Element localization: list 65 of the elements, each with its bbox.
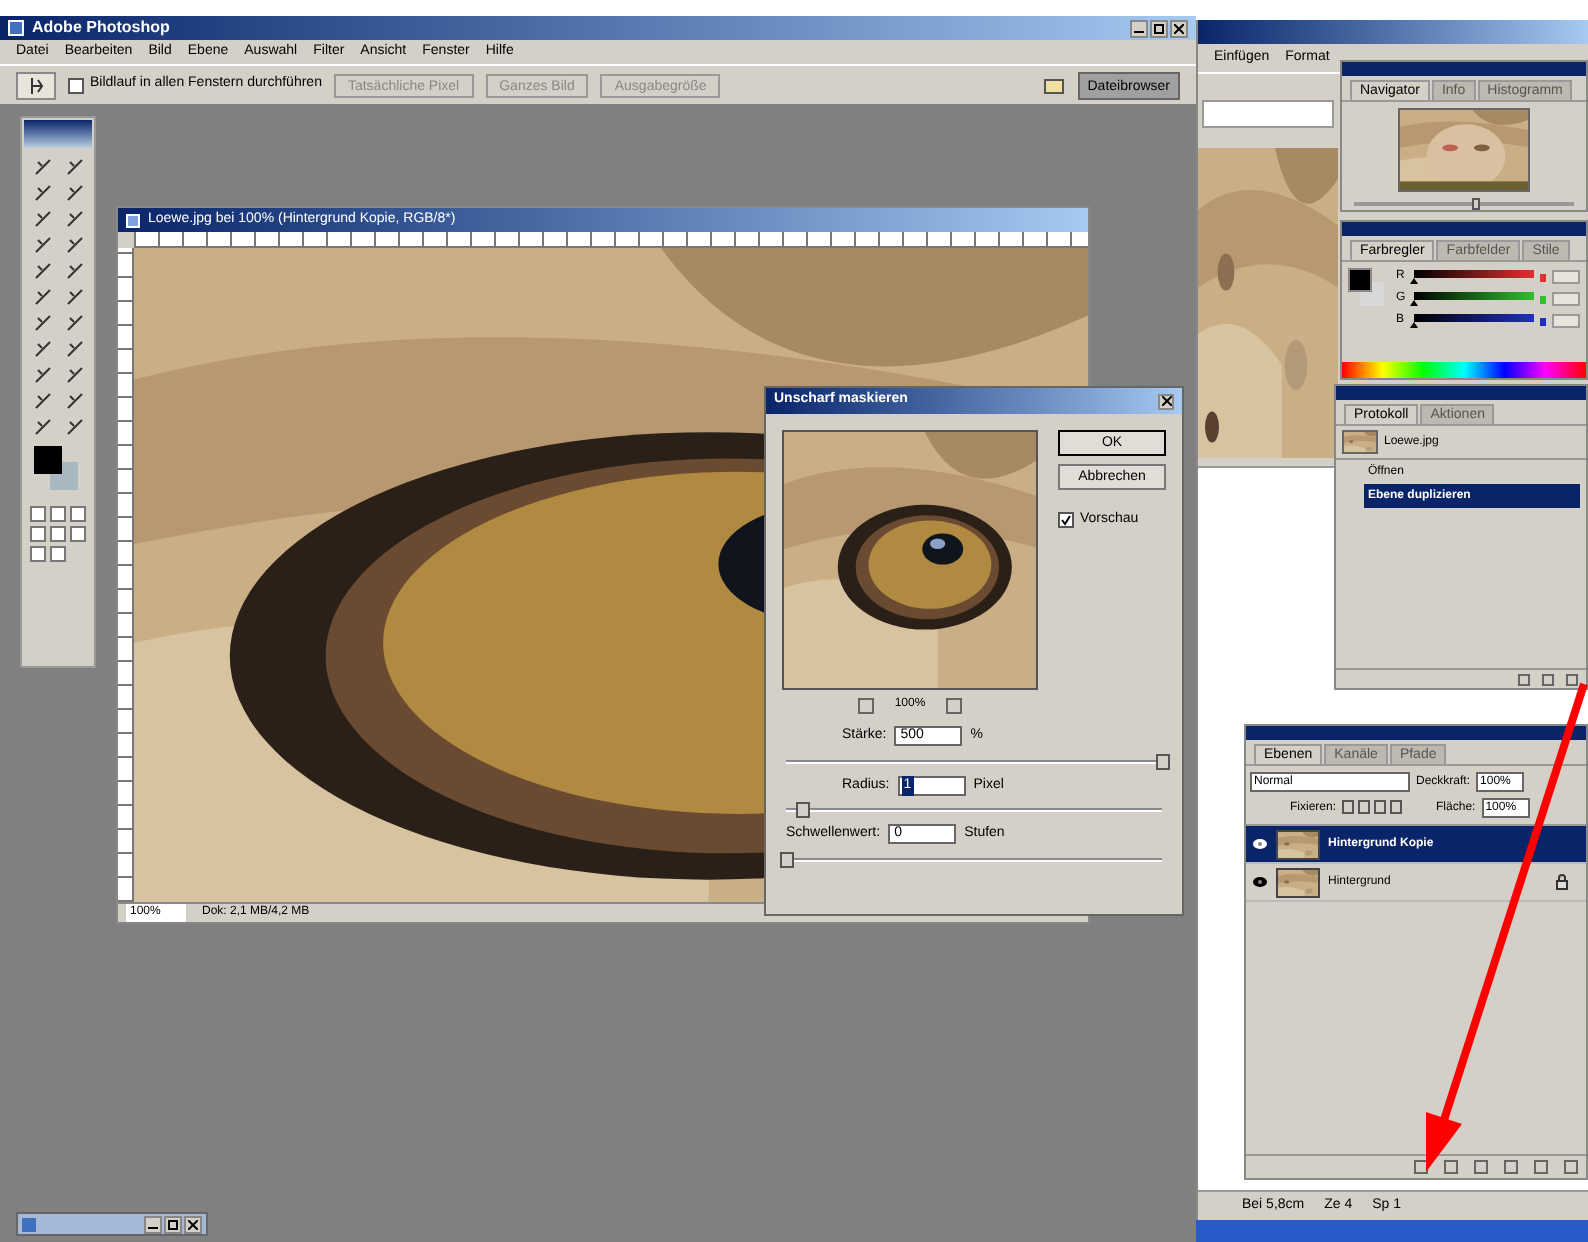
color-slider-track [1414, 270, 1534, 278]
checkbox[interactable] [68, 77, 84, 93]
tool-icon[interactable] [62, 260, 86, 280]
maximize-button[interactable] [164, 1215, 182, 1233]
color-slider-track [1414, 314, 1534, 322]
layer-action-icon[interactable] [1444, 1160, 1458, 1174]
tool-icon[interactable] [30, 390, 54, 410]
close-icon [1174, 23, 1184, 33]
tool-icon[interactable] [30, 312, 54, 332]
maximize-button[interactable] [1150, 19, 1168, 37]
layer-action-icon[interactable] [1564, 1160, 1578, 1174]
maximize-icon [1154, 23, 1164, 33]
layer-action-icon[interactable] [1474, 1160, 1488, 1174]
slider-thumb[interactable] [1156, 753, 1170, 769]
color-ramp[interactable] [1342, 362, 1586, 378]
tool-icon[interactable] [30, 286, 54, 306]
tool-icon[interactable] [62, 390, 86, 410]
folder-icon[interactable] [1041, 73, 1066, 97]
close-icon [188, 1219, 198, 1229]
slider-thumb[interactable] [1410, 278, 1418, 284]
tool-preset-picker[interactable] [16, 71, 56, 99]
value-field[interactable] [1552, 314, 1580, 328]
window-title: Adobe Photoshop [32, 16, 170, 40]
minimize-button[interactable] [1130, 19, 1148, 37]
tool-icon[interactable] [30, 364, 54, 384]
tool-icon[interactable] [30, 338, 54, 358]
slider-thumb[interactable] [1410, 300, 1418, 306]
value-field[interactable] [1552, 292, 1580, 306]
value-field[interactable] [1552, 270, 1580, 284]
app-icon [8, 20, 24, 36]
tool-icon[interactable] [30, 156, 54, 176]
document-icon [22, 1217, 36, 1231]
document-icon [126, 213, 140, 227]
close-button[interactable] [1158, 393, 1174, 409]
layer-action-icon[interactable] [1534, 1160, 1548, 1174]
tool-icon[interactable] [62, 156, 86, 176]
slider-thumb[interactable] [1471, 198, 1479, 210]
tool-icon[interactable] [30, 234, 54, 254]
tool-icon[interactable] [30, 260, 54, 280]
eye-icon[interactable] [1252, 838, 1268, 850]
close-button[interactable] [1170, 19, 1188, 37]
tool-icon[interactable] [62, 208, 86, 228]
tool-icon[interactable] [62, 286, 86, 306]
foreground-color-swatch[interactable] [1348, 268, 1372, 292]
tool-icon[interactable] [62, 338, 86, 358]
tool-icon[interactable] [30, 416, 54, 436]
color-slider-track [1414, 292, 1534, 300]
tool-icon[interactable] [62, 234, 86, 254]
maximize-icon [168, 1219, 178, 1229]
slider-thumb[interactable] [1410, 322, 1418, 328]
layer-action-icon[interactable] [1504, 1160, 1518, 1174]
arrow-icon [26, 75, 46, 95]
font-field[interactable] [1202, 100, 1334, 128]
close-icon [1161, 396, 1171, 406]
tool-icon[interactable] [62, 312, 86, 332]
tool-icon[interactable] [62, 416, 86, 436]
tool-icon[interactable] [30, 208, 54, 228]
tool-icon[interactable] [30, 182, 54, 202]
minimize-button[interactable] [144, 1215, 162, 1233]
tool-icon[interactable] [62, 182, 86, 202]
close-button[interactable] [184, 1215, 202, 1233]
toolbox-header [24, 120, 92, 148]
foreground-color-swatch[interactable] [34, 446, 62, 474]
tool-icon[interactable] [62, 364, 86, 384]
eye-icon[interactable] [1252, 876, 1268, 888]
